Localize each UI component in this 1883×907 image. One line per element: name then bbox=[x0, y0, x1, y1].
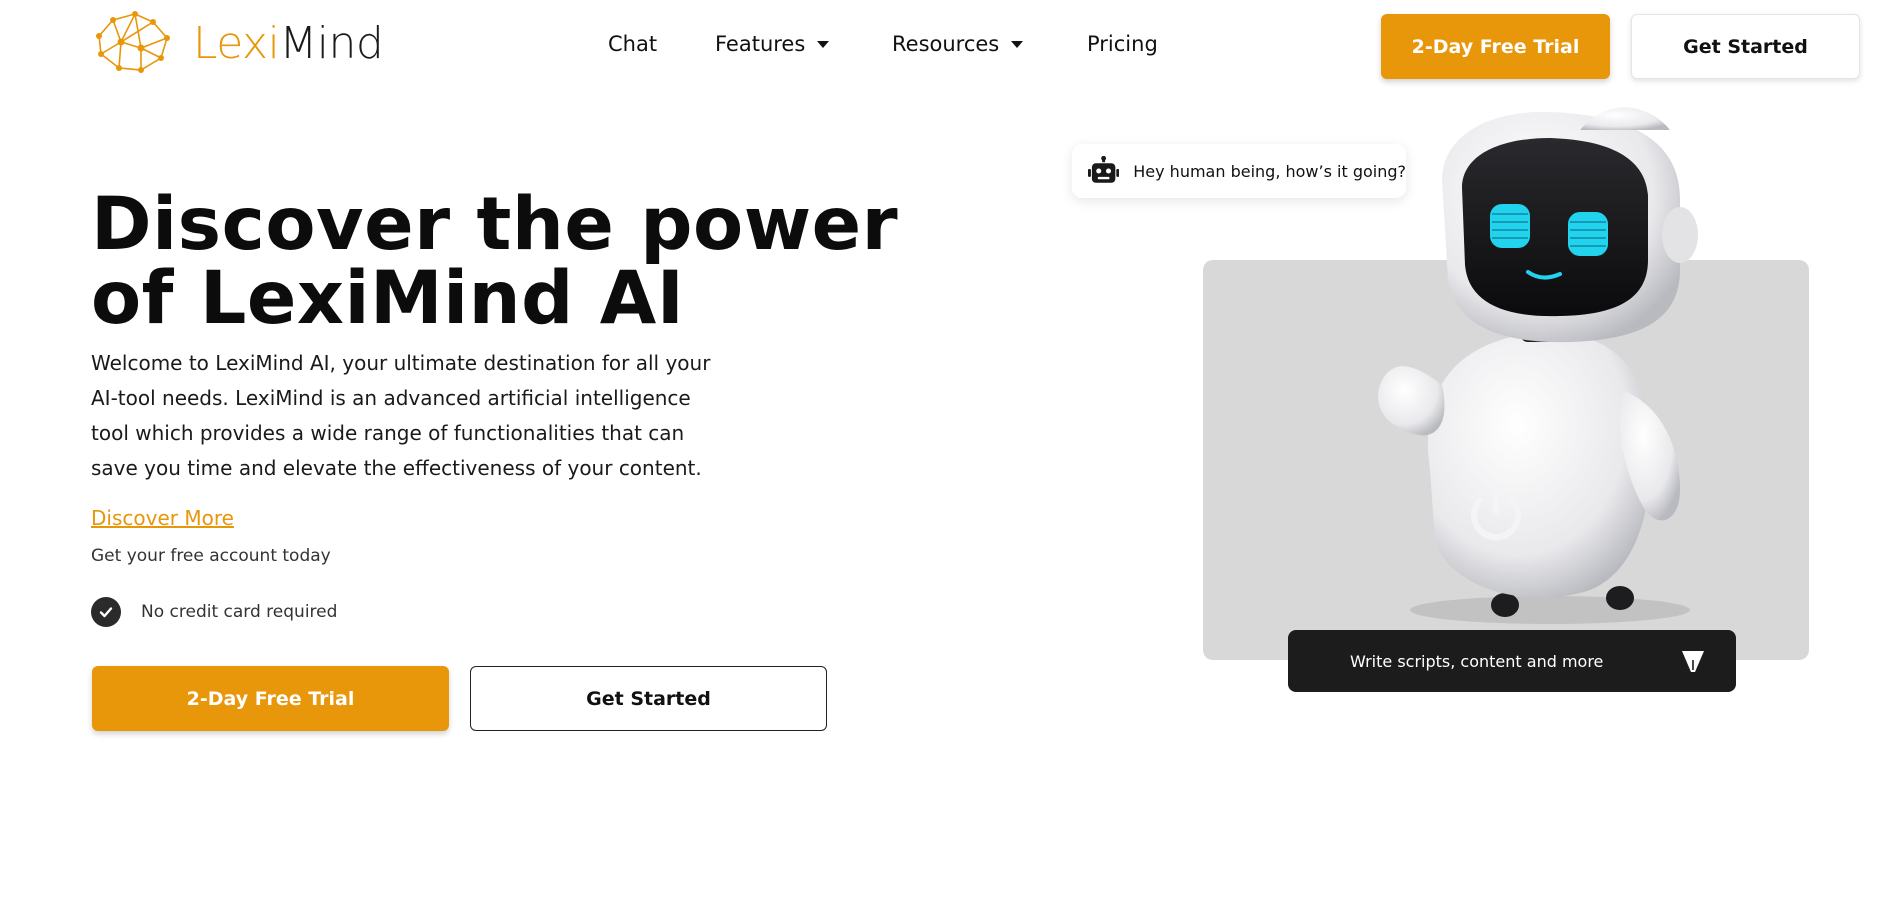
nav-item-label: Features bbox=[715, 32, 806, 56]
nav-item-label: Chat bbox=[608, 32, 658, 56]
logo[interactable]: LexiMind bbox=[91, 8, 384, 80]
hero-get-started-button[interactable]: Get Started bbox=[470, 666, 827, 731]
logo-wordmark: LexiMind bbox=[193, 22, 384, 66]
logo-text-lexi: Lexi bbox=[193, 18, 280, 69]
caption-bar: Write scripts, content and more bbox=[1288, 630, 1736, 692]
hero-title: Discover the power of LexiMind AI bbox=[91, 188, 898, 336]
chat-bubble: Hey human being, how’s it going? bbox=[1072, 144, 1406, 198]
nav-item-pricing[interactable]: Pricing bbox=[1087, 32, 1158, 56]
nav-item-label: Pricing bbox=[1087, 32, 1158, 56]
nav-item-label: Resources bbox=[892, 32, 1000, 56]
chevron-down-icon bbox=[817, 40, 830, 48]
caption-text: Write scripts, content and more bbox=[1350, 651, 1604, 671]
free-account-text: Get your free account today bbox=[91, 546, 331, 566]
nav-item-features[interactable]: Features bbox=[715, 32, 830, 56]
chevron-down-icon bbox=[1011, 40, 1024, 48]
header-get-started-button[interactable]: Get Started bbox=[1631, 14, 1860, 79]
nav-item-chat[interactable]: Chat bbox=[608, 32, 657, 56]
chat-bubble-text: Hey human being, how’s it going? bbox=[1133, 161, 1406, 181]
pen-nib-icon bbox=[1682, 651, 1704, 672]
check-circle-icon bbox=[91, 597, 121, 627]
header-trial-button[interactable]: 2-Day Free Trial bbox=[1381, 14, 1610, 79]
hero-title-line-1: Discover the power bbox=[91, 182, 899, 267]
no-credit-card-row: No credit card required bbox=[91, 597, 337, 627]
hero-description: Welcome to LexiMind AI, your ultimate de… bbox=[91, 351, 711, 480]
no-credit-card-label: No credit card required bbox=[141, 602, 338, 622]
nav-item-resources[interactable]: Resources bbox=[892, 32, 1024, 56]
hero-trial-button[interactable]: 2-Day Free Trial bbox=[92, 666, 449, 731]
logo-text-mind: Mind bbox=[279, 18, 384, 69]
discover-more-link[interactable]: Discover More bbox=[91, 506, 234, 530]
hero-title-line-2: of LexiMind AI bbox=[91, 256, 685, 341]
robot-icon bbox=[1088, 156, 1120, 183]
network-brain-icon bbox=[96, 11, 170, 73]
